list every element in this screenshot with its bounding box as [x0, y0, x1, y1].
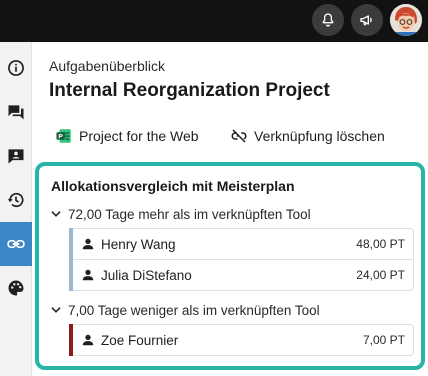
deviation-bar [69, 228, 73, 260]
sidebar-item-contacts[interactable] [0, 134, 32, 178]
resource-row[interactable]: Henry Wang 48,00 PT [69, 228, 414, 260]
project-for-the-web-label: Project for the Web [79, 128, 199, 144]
project-for-the-web-link[interactable]: Project for the Web [55, 126, 199, 146]
resource-name: Henry Wang [101, 236, 176, 252]
link-off-icon [231, 129, 247, 143]
top-bar [0, 0, 428, 42]
deviation-bar [69, 324, 73, 356]
sidebar-item-appearance[interactable] [0, 266, 32, 310]
group-label: 7,00 Tage weniger als im verknüpften Too… [68, 302, 320, 318]
main-content: Aufgabenüberblick Internal Reorganizatio… [32, 42, 428, 376]
history-icon [7, 192, 24, 208]
resource-value: 48,00 PT [356, 237, 405, 251]
side-nav [0, 42, 32, 376]
resource-value: 7,00 PT [362, 333, 405, 347]
delete-link-label: Verknüpfung löschen [254, 128, 385, 144]
project-app-icon [56, 129, 71, 143]
user-avatar[interactable] [390, 4, 422, 36]
announcements-button[interactable] [351, 4, 383, 36]
person-icon [82, 269, 94, 281]
allocation-comparison-panel: Allokationsvergleich mit Meisterplan 72,… [35, 162, 425, 370]
chat-icon [8, 105, 24, 120]
info-icon [8, 60, 24, 76]
bell-icon [322, 13, 334, 27]
link-icon [7, 239, 25, 249]
resource-row[interactable]: Zoe Fournier 7,00 PT [69, 324, 414, 356]
person-icon [82, 238, 94, 250]
page-overline: Aufgabenüberblick [49, 58, 165, 74]
resource-row[interactable]: Julia DiStefano 24,00 PT [69, 259, 414, 291]
contact-card-icon [8, 149, 24, 164]
panel-title: Allokationsvergleich mit Meisterplan [51, 178, 295, 194]
delete-link-button[interactable]: Verknüpfung löschen [230, 126, 385, 146]
sidebar-item-info[interactable] [0, 46, 32, 90]
resource-value: 24,00 PT [356, 268, 405, 282]
sidebar-item-history[interactable] [0, 178, 32, 222]
avatar-illustration [390, 4, 422, 36]
page-title: Internal Reorganization Project [49, 80, 330, 101]
notifications-button[interactable] [312, 4, 344, 36]
group-toggle-more[interactable]: 72,00 Tage mehr als im verknüpften Tool [49, 204, 311, 224]
chevron-down-icon [51, 307, 61, 313]
sidebar-item-comments[interactable] [0, 90, 32, 134]
resource-name: Zoe Fournier [101, 332, 179, 348]
palette-icon [8, 280, 24, 296]
resource-name: Julia DiStefano [101, 267, 192, 283]
person-icon [82, 334, 94, 346]
group-label: 72,00 Tage mehr als im verknüpften Tool [68, 206, 311, 222]
sidebar-item-links[interactable] [0, 222, 32, 266]
deviation-bar [69, 259, 73, 291]
group-toggle-less[interactable]: 7,00 Tage weniger als im verknüpften Too… [49, 300, 320, 320]
megaphone-icon [360, 15, 372, 26]
chevron-down-icon [51, 211, 61, 217]
